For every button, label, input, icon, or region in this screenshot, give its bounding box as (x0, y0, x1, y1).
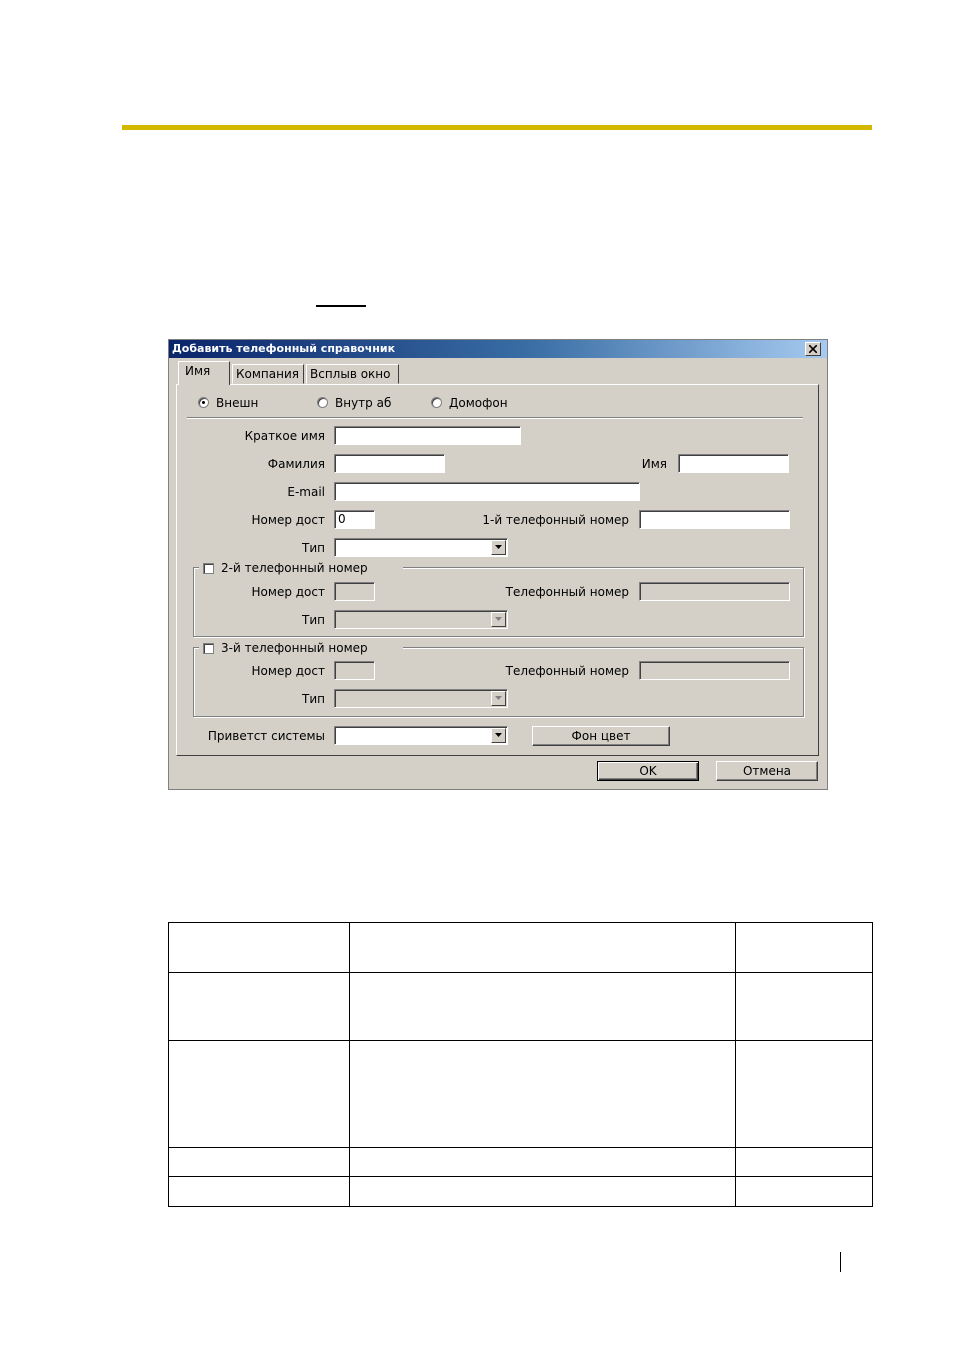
phone3-number-label: Телефонный номер (505, 664, 629, 678)
access-number-field[interactable]: 0 (334, 510, 375, 529)
add-phonebook-dialog: Добавить телефонный справочник Имя Компа… (168, 339, 828, 790)
greeting-dropdown-button[interactable] (491, 728, 506, 743)
phone2-number-label: Телефонный номер (505, 585, 629, 599)
chevron-down-icon (495, 545, 502, 549)
short-name-label: Краткое имя (244, 429, 325, 443)
table-cell (168, 922, 350, 973)
table-row (168, 972, 873, 1041)
phone3-type-label: Тип (302, 692, 325, 706)
dialog-titlebar[interactable]: Добавить телефонный справочник (169, 340, 827, 358)
last-name-field[interactable] (334, 454, 445, 473)
table-header-row (168, 922, 873, 973)
phone3-legend: 3-й телефонный номер (199, 640, 403, 656)
radio-selected-dot (202, 401, 205, 404)
type-select[interactable] (334, 538, 508, 557)
table-cell (735, 1176, 873, 1207)
first-name-label: Имя (641, 457, 667, 471)
radio-separator (187, 417, 803, 419)
radio-internal[interactable] (317, 397, 328, 408)
phone3-access-field[interactable] (334, 661, 375, 680)
phone2-type-select[interactable] (334, 610, 508, 629)
phone2-legend: 2-й телефонный номер (199, 560, 403, 576)
table-cell (168, 1176, 350, 1207)
table-row (168, 1040, 873, 1148)
table-cell (348, 1147, 737, 1177)
table-cell (348, 1176, 737, 1207)
phone2-type-dropdown-button[interactable] (491, 612, 506, 627)
radio-external[interactable] (198, 397, 209, 408)
cancel-button[interactable]: Отмена (716, 761, 818, 781)
phone3-type-select[interactable] (334, 689, 508, 708)
phone2-checkbox-label: 2-й телефонный номер (221, 561, 368, 575)
table-cell (168, 972, 350, 1041)
phone2-access-field[interactable] (334, 582, 375, 601)
table-row (168, 1147, 873, 1177)
email-field[interactable] (334, 482, 640, 501)
table-cell (348, 1040, 737, 1148)
table-cell (735, 922, 873, 973)
phone2-number-field[interactable] (639, 582, 790, 601)
tab-company[interactable]: Компания (232, 364, 304, 384)
short-name-field[interactable] (334, 426, 521, 445)
phone3-checkbox[interactable] (203, 643, 214, 654)
table-cell (735, 1147, 873, 1177)
phone3-access-label: Номер дост (251, 664, 325, 678)
close-button[interactable] (805, 342, 821, 356)
phone1-label: 1-й телефонный номер (482, 513, 629, 527)
table-row (168, 1176, 873, 1207)
dialog-title: Добавить телефонный справочник (172, 342, 396, 355)
table-cell (168, 1147, 350, 1177)
type-label: Тип (302, 541, 325, 555)
bg-color-button[interactable]: Фон цвет (532, 726, 670, 746)
phone3-type-dropdown-button[interactable] (491, 691, 506, 706)
email-label: E-mail (287, 485, 325, 499)
phone2-type-label: Тип (302, 613, 325, 627)
phone2-access-label: Номер дост (251, 585, 325, 599)
radio-doorphone[interactable] (431, 397, 442, 408)
table-cell (735, 972, 873, 1041)
ok-button[interactable]: OK (597, 761, 699, 781)
phone2-checkbox[interactable] (203, 563, 214, 574)
chevron-down-icon (495, 696, 502, 700)
chevron-down-icon (495, 617, 502, 621)
table-cell (735, 1040, 873, 1148)
system-greeting-label: Приветст системы (207, 729, 325, 743)
radio-doorphone-label: Домофон (449, 396, 508, 410)
top-yellow-rule (122, 125, 872, 130)
info-table (168, 922, 873, 1207)
chevron-down-icon (495, 733, 502, 737)
table-cell (348, 922, 737, 973)
type-dropdown-button[interactable] (491, 540, 506, 555)
last-name-label: Фамилия (267, 457, 325, 471)
system-greeting-select[interactable] (334, 726, 508, 745)
tab-popup-window[interactable]: Всплыв окно (306, 364, 399, 384)
underline-mark (316, 305, 366, 307)
phone3-number-field[interactable] (639, 661, 790, 680)
access-number-label: Номер дост (251, 513, 325, 527)
first-name-field[interactable] (678, 454, 789, 473)
table-cell (168, 1040, 350, 1148)
close-icon (809, 345, 817, 353)
phone3-checkbox-label: 3-й телефонный номер (221, 641, 368, 655)
page-margin-tick (840, 1252, 841, 1272)
radio-external-label: Внешн (216, 396, 259, 410)
tab-panel: Внешн Внутр аб Домофон Краткое имя Фамил… (176, 384, 819, 756)
table-cell (348, 972, 737, 1041)
phone1-field[interactable] (639, 510, 790, 529)
tab-name[interactable]: Имя (178, 361, 230, 385)
radio-internal-label: Внутр аб (335, 396, 392, 410)
